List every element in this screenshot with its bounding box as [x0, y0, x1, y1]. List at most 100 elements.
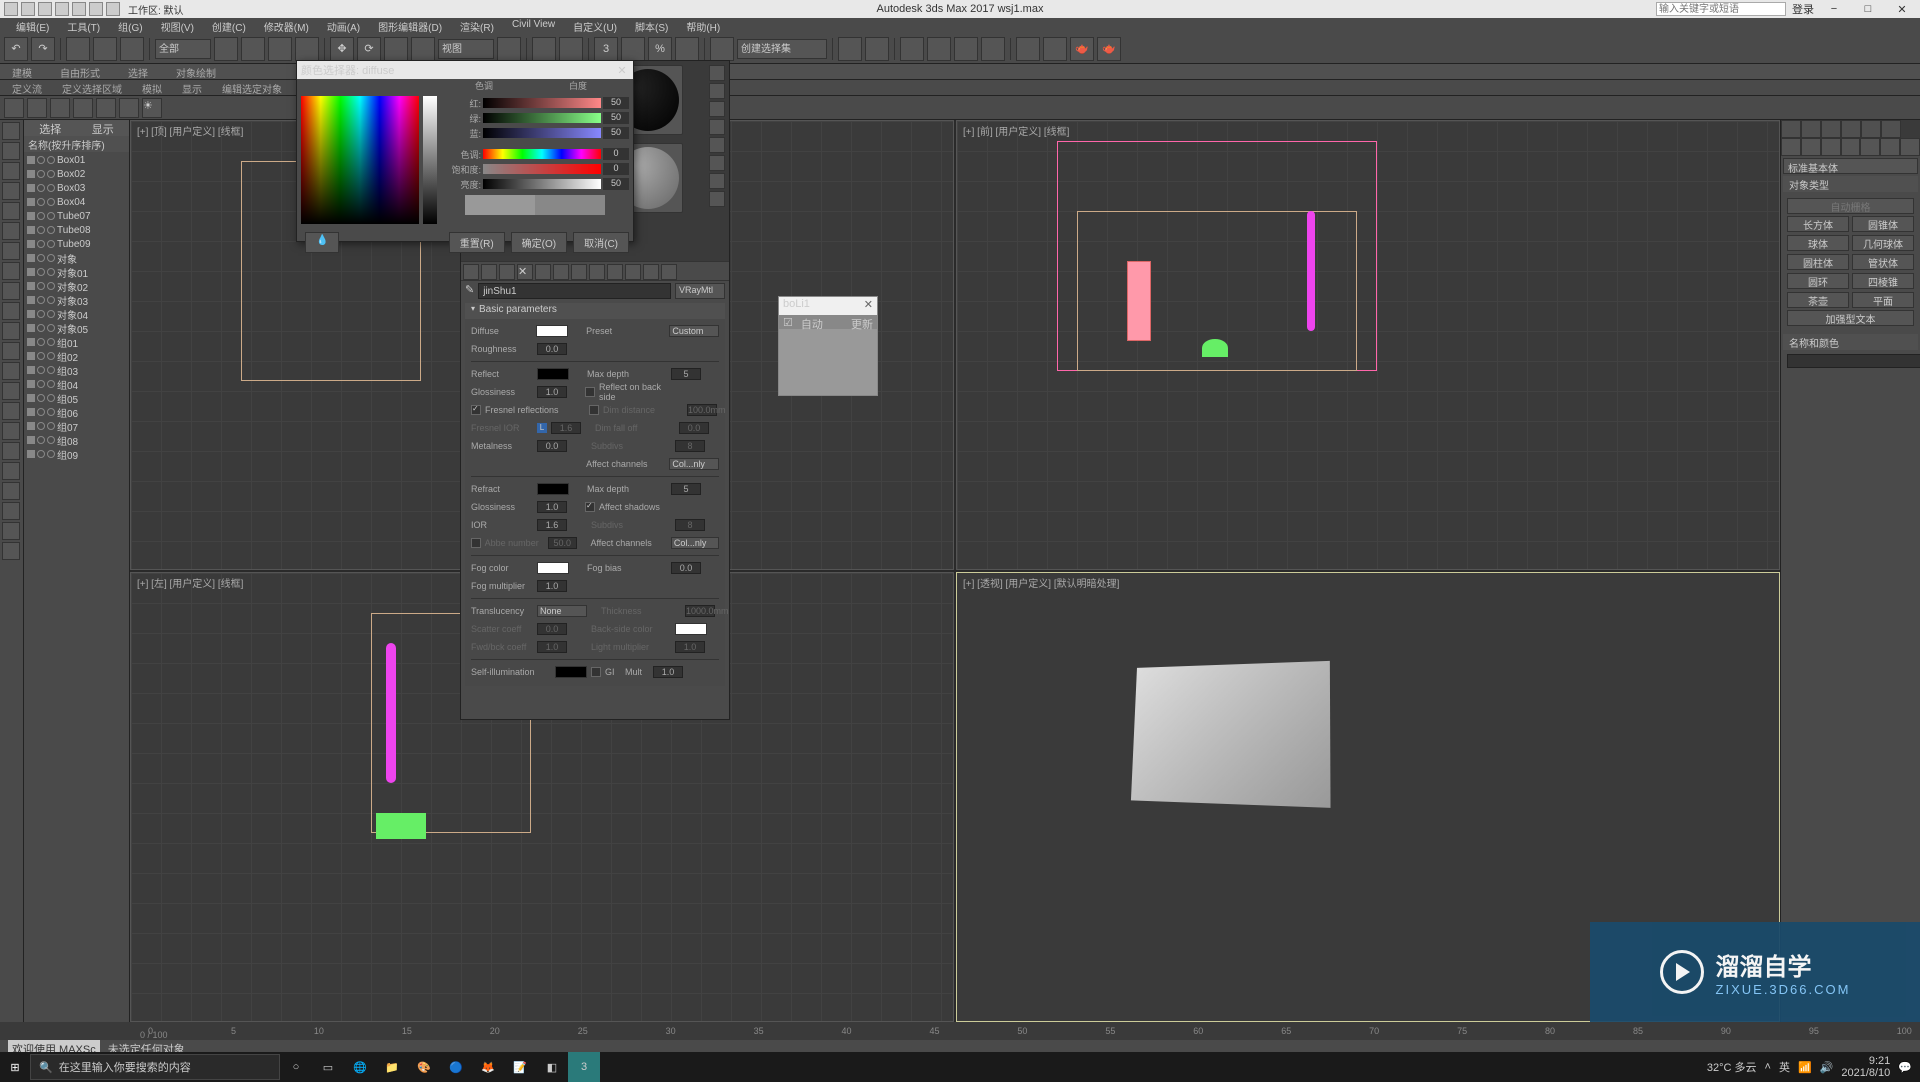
tool-icon[interactable]	[2, 302, 20, 320]
tool-icon[interactable]	[2, 122, 20, 140]
ok-button[interactable]: 确定(O)	[511, 232, 567, 253]
menu-customize[interactable]: 自定义(U)	[565, 18, 625, 34]
scene-item[interactable]: 组04	[25, 377, 128, 391]
hue-field[interactable]	[301, 96, 419, 224]
roughness-spinner[interactable]: 0.0	[537, 343, 567, 355]
spinner-snap-icon[interactable]	[675, 37, 699, 61]
tab-utilities-icon[interactable]	[1881, 120, 1901, 138]
reflect-swatch[interactable]	[537, 368, 569, 380]
hue-slider[interactable]	[483, 149, 601, 159]
tab-objectpaint[interactable]: 对象绘制	[172, 64, 220, 79]
tab-motion-icon[interactable]	[1841, 120, 1861, 138]
tab-selection[interactable]: 选择	[124, 64, 152, 79]
subtab-icon[interactable]	[1801, 138, 1821, 156]
tray-sound-icon[interactable]: 🔊	[1820, 1061, 1834, 1074]
scene-item[interactable]: 组07	[25, 419, 128, 433]
mat-tool-icon[interactable]: ✕	[517, 264, 533, 280]
val-value[interactable]: 50	[603, 178, 629, 190]
backside-check[interactable]	[585, 387, 595, 397]
scene-item[interactable]: Box01	[25, 153, 128, 167]
scene-item[interactable]: Tube09	[25, 237, 128, 251]
cancel-button[interactable]: 取消(C)	[573, 232, 629, 253]
mat-tool-icon[interactable]	[709, 119, 725, 135]
tool-icon[interactable]	[2, 342, 20, 360]
blue-slider[interactable]	[483, 128, 601, 138]
tool-icon[interactable]	[2, 542, 20, 560]
select-icon[interactable]	[214, 37, 238, 61]
task-view-icon[interactable]: ○	[280, 1052, 312, 1082]
layer-icon[interactable]	[900, 37, 924, 61]
pivot-icon[interactable]	[497, 37, 521, 61]
edge-icon[interactable]: 🌐	[344, 1052, 376, 1082]
boli-auto[interactable]: 自动	[797, 315, 827, 329]
sat-slider[interactable]	[483, 164, 601, 174]
tray-up-icon[interactable]: ˄	[1765, 1061, 1771, 1073]
rgloss-spinner[interactable]: 1.0	[537, 501, 567, 513]
close-icon[interactable]: ✕	[864, 298, 873, 314]
qat-btn[interactable]	[55, 2, 69, 16]
qat-btn[interactable]	[4, 2, 18, 16]
start-button[interactable]: ⊞	[0, 1052, 30, 1082]
mat-tool-icon[interactable]	[709, 155, 725, 171]
object-name-input[interactable]	[1787, 354, 1920, 368]
firefox-icon[interactable]: 🦊	[472, 1052, 504, 1082]
filter-dropdown[interactable]: 全部	[155, 39, 211, 59]
scene-sort-header[interactable]: 名称(按升序排序)	[24, 136, 129, 152]
render-prod-icon[interactable]: 🫖	[1097, 37, 1121, 61]
dimdist-check[interactable]	[589, 405, 599, 415]
menu-script[interactable]: 脚本(S)	[627, 18, 676, 34]
enhanced-text-button[interactable]: 加强型文本	[1787, 310, 1914, 326]
menu-view[interactable]: 视图(V)	[153, 18, 202, 34]
tool-icon[interactable]	[2, 362, 20, 380]
scene-item[interactable]: 对象02	[25, 279, 128, 293]
subtool-icon[interactable]	[4, 98, 24, 118]
tab-hierarchy-icon[interactable]	[1821, 120, 1841, 138]
menu-tools[interactable]: 工具(T)	[59, 18, 108, 34]
ior-spinner[interactable]: 1.6	[537, 519, 567, 531]
raffectch-dropdown[interactable]: Col...nly	[671, 537, 719, 549]
minimize-button[interactable]: −	[1820, 2, 1848, 16]
tool-icon[interactable]	[2, 442, 20, 460]
angle-snap-icon[interactable]	[621, 37, 645, 61]
viewport-front[interactable]: [+] [前] [用户定义] [线框]	[956, 120, 1780, 570]
menu-animation[interactable]: 动画(A)	[319, 18, 368, 34]
primitive-button[interactable]: 圆柱体	[1787, 254, 1849, 270]
primitive-button[interactable]: 茶壶	[1787, 292, 1849, 308]
tool-icon[interactable]	[2, 262, 20, 280]
rollout-objecttype[interactable]: 对象类型	[1783, 176, 1918, 192]
scene-item[interactable]: 对象05	[25, 321, 128, 335]
menu-civilview[interactable]: Civil View	[504, 18, 563, 34]
close-button[interactable]: ✕	[1888, 2, 1916, 16]
fresnel-check[interactable]	[471, 405, 481, 415]
material-type-button[interactable]: VRayMtl	[675, 283, 725, 299]
scene-item[interactable]: 组08	[25, 433, 128, 447]
weather-widget[interactable]: 32°C 多云	[1707, 1059, 1757, 1075]
menu-help[interactable]: 帮助(H)	[678, 18, 728, 34]
scene-item[interactable]: 对象04	[25, 307, 128, 321]
mat-tool-icon[interactable]	[463, 264, 479, 280]
tool-icon[interactable]	[2, 142, 20, 160]
value-strip[interactable]	[423, 96, 437, 224]
snap-icon[interactable]: 3	[594, 37, 618, 61]
menu-group[interactable]: 组(G)	[110, 18, 150, 34]
abbe-check[interactable]	[471, 538, 481, 548]
tool-icon[interactable]	[2, 182, 20, 200]
qat-btn[interactable]	[21, 2, 35, 16]
undo-icon[interactable]: ↶	[4, 37, 28, 61]
tool-icon[interactable]	[2, 422, 20, 440]
blue-value[interactable]: 50	[603, 127, 629, 139]
autogrid-check[interactable]: 自动栅格	[1787, 198, 1914, 214]
mat-tool-icon[interactable]	[481, 264, 497, 280]
primitive-button[interactable]: 长方体	[1787, 216, 1849, 232]
tab-modeling[interactable]: 建模	[8, 64, 36, 79]
scene-item[interactable]: 组03	[25, 363, 128, 377]
tool-icon[interactable]	[2, 482, 20, 500]
subtab-1[interactable]: 定义选择区域	[58, 80, 126, 95]
mat-tool-icon[interactable]	[553, 264, 569, 280]
selfillum-swatch[interactable]	[555, 666, 587, 678]
subtab-2[interactable]: 模拟	[138, 80, 166, 95]
subtool-icon[interactable]	[73, 98, 93, 118]
primitive-dropdown[interactable]: 标准基本体	[1783, 158, 1918, 174]
link-icon[interactable]	[66, 37, 90, 61]
subtab-icon[interactable]	[1781, 138, 1801, 156]
